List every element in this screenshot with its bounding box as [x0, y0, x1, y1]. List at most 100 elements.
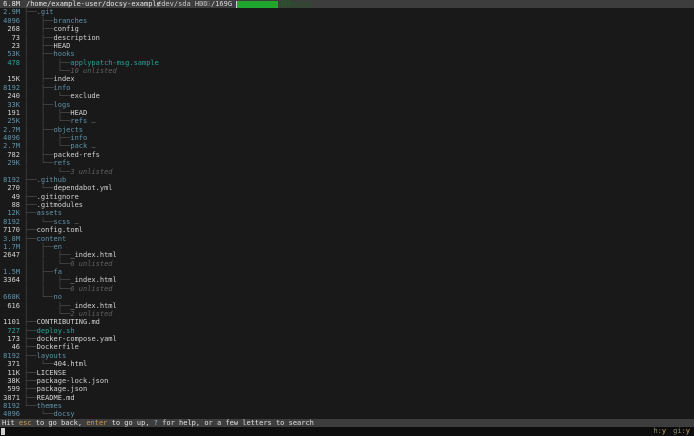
- entry-size-label: 38K: [0, 377, 20, 385]
- tree-row[interactable]: 1101 ├── CONTRIBUTING.md: [0, 318, 694, 326]
- entry-name: Dockerfile: [37, 343, 79, 351]
- entry-name: objects: [54, 126, 84, 134]
- search-input[interactable]: h:ygi:y: [0, 427, 694, 435]
- entry-name: _index.html: [70, 302, 116, 310]
- status-text: to go up,: [107, 419, 153, 427]
- tree-branch-lines: │ └──: [24, 218, 54, 226]
- entry-name: .git: [37, 8, 54, 16]
- tree-row[interactable]: 599 ├── package.json: [0, 385, 694, 393]
- entry-size-label: 8192: [0, 402, 20, 410]
- tree-row[interactable]: 49 ├── .gitignore: [0, 193, 694, 201]
- entry-name: refs: [70, 117, 87, 125]
- tree-row[interactable]: 782 │ ├── packed-refs: [0, 151, 694, 159]
- tree-row[interactable]: 616 │ ├── _index.html: [0, 302, 694, 310]
- tree-row[interactable]: 3364 │ │ ├── _index.html: [0, 276, 694, 284]
- tree-row[interactable]: 2.7M │ ├── objects: [0, 126, 694, 134]
- disk-usage-percent: 55%: [281, 1, 292, 8]
- flag-gi: gi:y: [673, 427, 690, 435]
- tree-row[interactable]: 2.7M │ │ └── pack …: [0, 142, 694, 150]
- tree-branch-lines: │ ├──: [24, 50, 54, 58]
- tree-branch-lines: │ │ └──: [24, 117, 70, 125]
- tree-row[interactable]: 1.5M │ ├── fa: [0, 268, 694, 276]
- tree-branch-lines: │ ├──: [24, 243, 54, 251]
- entry-size-label: 478: [0, 59, 20, 67]
- tree-row[interactable]: 11K ├── LICENSE: [0, 369, 694, 377]
- root-line[interactable]: 6.8M /home/example-user/docsy-example /d…: [0, 0, 694, 8]
- tree-row[interactable]: 173 ├── docker-compose.yaml: [0, 335, 694, 343]
- status-text: to go back,: [32, 419, 87, 427]
- entry-size-label: 2.9M: [0, 8, 20, 16]
- tree-row[interactable]: │ │ └── 6 unlisted: [0, 285, 694, 293]
- tree-row[interactable]: 53K │ ├── hooks: [0, 50, 694, 58]
- tree-row[interactable]: 15K │ ├── index: [0, 75, 694, 83]
- tree-branch-lines: ├──: [24, 318, 37, 326]
- tree-row[interactable]: │ └── 2 unlisted: [0, 310, 694, 318]
- truncation-ellipsis: …: [70, 218, 78, 226]
- entry-name: docker-compose.yaml: [37, 335, 117, 343]
- tree-row[interactable]: 23 │ ├── HEAD: [0, 42, 694, 50]
- tree-row[interactable]: 268 │ ├── config: [0, 25, 694, 33]
- tree-row[interactable]: 240 │ │ └── exclude: [0, 92, 694, 100]
- entry-size-label: 4096: [0, 134, 20, 142]
- tree-branch-lines: │ │ ├──: [24, 59, 70, 67]
- entry-name: 404.html: [54, 360, 88, 368]
- entry-size-label: 1101: [0, 318, 20, 326]
- tree-row[interactable]: 1.7M │ ├── en: [0, 243, 694, 251]
- tree-row[interactable]: 7170 ├── config.toml: [0, 226, 694, 234]
- tree-branch-lines: │ ├──: [24, 84, 54, 92]
- entry-name: _index.html: [70, 251, 116, 259]
- status-text: for help, or a few letters to search: [158, 419, 314, 427]
- tree-row[interactable]: 727 ├── deploy.sh: [0, 327, 694, 335]
- tree-branch-lines: ├──: [24, 352, 37, 360]
- disk-total-label: /169G: [211, 0, 232, 8]
- tree-row[interactable]: 8192 └── themes: [0, 402, 694, 410]
- tree-row[interactable]: 191 │ │ ├── HEAD: [0, 109, 694, 117]
- entry-name: README.md: [37, 394, 75, 402]
- tree-row[interactable]: 3.8M ├── content: [0, 235, 694, 243]
- tree-row[interactable]: 4096 │ │ ├── info: [0, 134, 694, 142]
- tree-row[interactable]: 371 │ └── 404.html: [0, 360, 694, 368]
- status-key-hint: esc: [19, 419, 32, 427]
- tree-branch-lines: ├──: [24, 235, 37, 243]
- tree-branch-lines: │ │ └──: [24, 92, 70, 100]
- tree-row[interactable]: 12K ├── assets: [0, 209, 694, 217]
- tree-branch-lines: ├──: [24, 394, 37, 402]
- tree-row[interactable]: 2647 │ │ ├── _index.html: [0, 251, 694, 259]
- entry-size-label: 3.8M: [0, 235, 20, 243]
- tree-row[interactable]: 38K ├── package-lock.json: [0, 377, 694, 385]
- tree-row[interactable]: │ │ └── 10 unlisted: [0, 67, 694, 75]
- tree-row[interactable]: 668K │ └── no: [0, 293, 694, 301]
- tree-branch-lines: ├──: [24, 385, 37, 393]
- root-size-label: 6.8M: [0, 0, 20, 8]
- entry-size-label: 240: [0, 92, 20, 100]
- tree-row[interactable]: 4096 │ ├── branches: [0, 17, 694, 25]
- tree-row[interactable]: 270 │ └── dependabot.yml: [0, 184, 694, 192]
- tree-branch-lines: ├──: [24, 176, 37, 184]
- entry-name: logs: [54, 101, 71, 109]
- tree-row[interactable]: 25K │ │ └── refs …: [0, 117, 694, 125]
- entry-size-label: 49: [0, 193, 20, 201]
- tree-branch-lines: │ └──: [24, 168, 70, 176]
- truncation-ellipsis: …: [87, 117, 95, 125]
- tree-row[interactable]: 8192 │ ├── info: [0, 84, 694, 92]
- tree-branch-lines: │ ├──: [24, 25, 54, 33]
- tree-row[interactable]: 8192 ├── layouts: [0, 352, 694, 360]
- tree-row[interactable]: 3871 ├── README.md: [0, 394, 694, 402]
- tree-row[interactable]: 8192 │ └── scss …: [0, 218, 694, 226]
- tree-row[interactable]: │ │ └── 6 unlisted: [0, 260, 694, 268]
- tree-row[interactable]: 33K │ ├── logs: [0, 101, 694, 109]
- entry-size-label: 270: [0, 184, 20, 192]
- tree-branch-lines: ├──: [24, 226, 37, 234]
- tree-row[interactable]: 2.9M ├── .git: [0, 8, 694, 16]
- tree-row[interactable]: │ └── 3 unlisted: [0, 168, 694, 176]
- tree-row[interactable]: 4096 └── docsy: [0, 410, 694, 418]
- tree-branch-lines: ├──: [24, 369, 37, 377]
- tree-row[interactable]: 29K │ └── refs: [0, 159, 694, 167]
- tree-row[interactable]: 73 │ ├── description: [0, 34, 694, 42]
- tree-row[interactable]: 88 ├── .gitmodules: [0, 201, 694, 209]
- tree-branch-lines: ├──: [24, 8, 37, 16]
- tree-row[interactable]: 478 │ │ ├── applypatch-msg.sample: [0, 59, 694, 67]
- tree-row[interactable]: 8192 ├── .github: [0, 176, 694, 184]
- tree-row[interactable]: 46 ├── Dockerfile: [0, 343, 694, 351]
- disk-usage-gauge: 55%: [236, 1, 312, 8]
